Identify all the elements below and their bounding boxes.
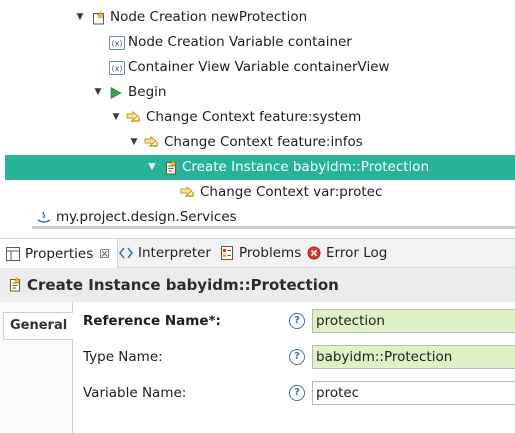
tree-item-label: Change Context var:protec xyxy=(200,184,383,200)
view-tab-bar: Properties ☒ Interpreter Problems Error … xyxy=(0,238,515,268)
tree-item-begin[interactable]: ▼ Begin xyxy=(0,80,515,105)
create-instance-icon xyxy=(163,155,179,180)
help-icon[interactable]: ? xyxy=(289,385,305,401)
svg-text:(x): (x) xyxy=(112,64,123,73)
change-context-icon xyxy=(144,130,160,155)
tab-interpreter[interactable]: Interpreter xyxy=(118,239,211,267)
tab-problems[interactable]: Problems xyxy=(219,239,301,267)
change-context-icon xyxy=(180,180,196,205)
variable-icon: (x) xyxy=(109,30,125,55)
error-log-icon xyxy=(306,245,322,261)
tab-label: Properties xyxy=(25,245,94,262)
odesign-tree: ▼ Node Creation newProtection (x) Node C… xyxy=(0,0,515,230)
tree-item-label: Node Creation Variable container xyxy=(128,34,352,50)
variable-name-label: Variable Name: xyxy=(83,385,187,401)
tab-label: Error Log xyxy=(326,245,388,261)
close-icon[interactable]: ☒ xyxy=(99,240,110,268)
tab-properties[interactable]: Properties ☒ xyxy=(0,239,118,268)
tab-error-log[interactable]: Error Log xyxy=(306,239,387,267)
properties-title: Create Instance babyidm::Protection xyxy=(27,276,339,294)
begin-arrow-icon xyxy=(108,80,124,105)
type-name-field[interactable]: babyidm::Protection xyxy=(312,345,515,369)
tree-item-label: Change Context feature:system xyxy=(146,109,362,125)
expand-toggle-icon[interactable]: ▼ xyxy=(74,5,86,30)
tab-label: Problems xyxy=(239,245,302,261)
tree-item-node-creation[interactable]: ▼ Node Creation newProtection xyxy=(0,5,515,30)
expand-toggle-icon[interactable]: ▼ xyxy=(110,105,122,130)
properties-header: Create Instance babyidm::Protection xyxy=(0,268,515,302)
tab-general[interactable]: General xyxy=(3,312,73,340)
node-creation-icon xyxy=(91,5,107,30)
tree-item-change-context-var[interactable]: Change Context var:protec xyxy=(0,180,515,205)
properties-category-tabs: General xyxy=(0,302,73,433)
create-instance-icon xyxy=(7,277,23,292)
expand-toggle-icon[interactable]: ▼ xyxy=(92,80,104,105)
variable-icon: (x) xyxy=(109,55,125,80)
horizontal-scrollbar[interactable] xyxy=(32,226,515,229)
tree-item-label: Container View Variable containerView xyxy=(128,59,390,75)
tree-item-label: Change Context feature:infos xyxy=(164,134,363,150)
problems-icon xyxy=(219,245,235,261)
tree-item-variable-container[interactable]: (x) Node Creation Variable container xyxy=(0,30,515,55)
tree-item-label: Create Instance babyidm::Protection xyxy=(182,159,430,175)
help-icon[interactable]: ? xyxy=(289,313,305,329)
tree-item-label: Begin xyxy=(128,84,167,100)
expand-toggle-icon[interactable]: ▼ xyxy=(128,130,140,155)
tree-item-change-context-system[interactable]: ▼ Change Context feature:system xyxy=(0,105,515,130)
tab-label: Interpreter xyxy=(138,245,211,261)
help-icon[interactable]: ? xyxy=(289,349,305,365)
svg-text:(x): (x) xyxy=(112,39,123,48)
tree-item-label: Node Creation newProtection xyxy=(110,9,308,25)
variable-name-field[interactable]: protec xyxy=(312,381,515,405)
expand-toggle-icon[interactable]: ▼ xyxy=(146,155,158,180)
tree-item-variable-container-view[interactable]: (x) Container View Variable containerVie… xyxy=(0,55,515,80)
reference-name-field[interactable]: protection xyxy=(312,309,515,333)
change-context-icon xyxy=(126,105,142,130)
tree-item-change-context-infos[interactable]: ▼ Change Context feature:infos xyxy=(0,130,515,155)
type-name-label: Type Name: xyxy=(83,349,163,365)
tree-item-create-instance[interactable]: ▼ Create Instance babyidm::Protection xyxy=(5,155,515,180)
interpreter-icon xyxy=(118,245,134,261)
reference-name-label: Reference Name*: xyxy=(83,313,221,329)
properties-icon xyxy=(5,246,21,262)
